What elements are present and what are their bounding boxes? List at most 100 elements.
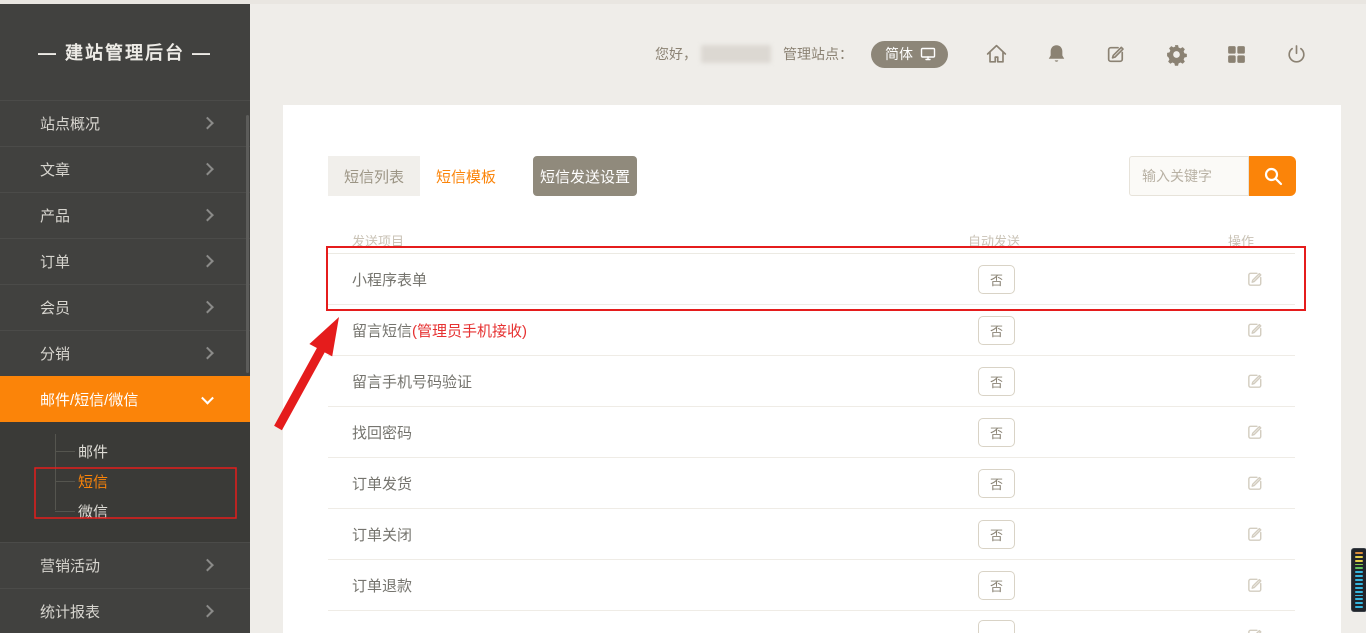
chevron-right-icon xyxy=(201,162,214,175)
auto-send-toggle[interactable]: 否 xyxy=(978,265,1015,294)
auto-send-toggle[interactable] xyxy=(978,620,1015,633)
table-header: 发送项目 自动发送 操作 xyxy=(328,227,1295,254)
table-row-partial xyxy=(328,611,1295,633)
tab-sms-template[interactable]: 短信模板 xyxy=(420,156,512,196)
row-label: 订单退款 xyxy=(352,578,412,595)
sidebar-submenu: 邮件 短信 微信 xyxy=(0,422,250,542)
tab-label: 短信列表 xyxy=(344,166,404,187)
sms-send-settings-button[interactable]: 短信发送设置 xyxy=(533,156,637,196)
sms-template-table: 发送项目 自动发送 操作 小程序表单 否 留言短信(管理员手机接收) 否 留言手… xyxy=(328,227,1295,633)
auto-send-toggle[interactable]: 否 xyxy=(978,469,1015,498)
chevron-right-icon xyxy=(201,558,214,571)
auto-send-toggle[interactable]: 否 xyxy=(978,418,1015,447)
apps-grid-icon[interactable] xyxy=(1225,43,1248,66)
edit-icon[interactable] xyxy=(1228,474,1295,493)
site-selector-label: 简体 xyxy=(885,44,913,64)
notifications-bell-icon[interactable] xyxy=(1045,43,1068,66)
edit-icon[interactable] xyxy=(1228,321,1295,340)
sidebar-item-label: 分销 xyxy=(40,343,70,364)
row-label: 订单发货 xyxy=(352,476,412,493)
sidebar-item-members[interactable]: 会员 xyxy=(0,284,250,330)
chevron-right-icon xyxy=(201,116,214,129)
chevron-right-icon xyxy=(201,208,214,221)
search-input[interactable] xyxy=(1129,156,1249,196)
tab-label: 短信模板 xyxy=(436,166,496,187)
tree-line xyxy=(55,511,75,512)
chevron-right-icon xyxy=(201,604,214,617)
sidebar-scrollbar[interactable] xyxy=(246,115,249,373)
sidebar-item-label: 统计报表 xyxy=(40,601,100,622)
column-header-actions: 操作 xyxy=(1228,231,1295,250)
row-label: 留言手机号码验证 xyxy=(352,374,472,391)
greeting-text: 您好， xyxy=(655,44,697,64)
monitor-icon xyxy=(920,47,936,61)
sidebar: — 建站管理后台 — 站点概况 文章 产品 订单 会员 分销 邮件/短信/微信 xyxy=(0,4,250,633)
chevron-right-icon xyxy=(201,300,214,313)
row-label: 找回密码 xyxy=(352,425,412,442)
row-label: 小程序表单 xyxy=(352,272,427,289)
row-label: 留言短信 xyxy=(352,323,412,340)
submenu-item-mail[interactable]: 邮件 xyxy=(0,436,250,466)
edit-icon[interactable] xyxy=(1228,525,1295,544)
manage-site-label: 管理站点： xyxy=(783,44,853,64)
search-icon xyxy=(1262,165,1284,187)
sidebar-item-statistics[interactable]: 统计报表 xyxy=(0,588,250,633)
sidebar-item-label: 会员 xyxy=(40,297,70,318)
table-row: 订单关闭 否 xyxy=(328,509,1295,560)
edit-icon[interactable] xyxy=(1228,423,1295,442)
submenu-item-label: 微信 xyxy=(78,501,108,522)
edit-icon[interactable] xyxy=(1228,372,1295,391)
sidebar-item-products[interactable]: 产品 xyxy=(0,192,250,238)
chevron-down-icon xyxy=(201,391,214,404)
edit-icon[interactable] xyxy=(1228,576,1295,595)
sidebar-item-marketing[interactable]: 营销活动 xyxy=(0,542,250,588)
sidebar-item-label: 站点概况 xyxy=(40,113,100,134)
chevron-right-icon xyxy=(201,346,214,359)
edit-icon[interactable] xyxy=(1228,270,1295,289)
row-label: 订单关闭 xyxy=(352,527,412,544)
sidebar-item-label: 邮件/短信/微信 xyxy=(40,389,138,410)
sidebar-item-site-overview[interactable]: 站点概况 xyxy=(0,100,250,146)
site-selector-pill[interactable]: 简体 xyxy=(871,41,948,68)
tree-line xyxy=(55,451,75,452)
auto-send-toggle[interactable]: 否 xyxy=(978,316,1015,345)
toolbar: 短信列表 短信模板 短信发送设置 xyxy=(328,156,1296,196)
content-card: 短信列表 短信模板 短信发送设置 发送项目 自动发送 操作 xyxy=(283,105,1341,633)
sidebar-item-distribution[interactable]: 分销 xyxy=(0,330,250,376)
tree-line xyxy=(55,481,75,482)
submenu-item-label: 邮件 xyxy=(78,441,108,462)
app-window: — 建站管理后台 — 站点概况 文章 产品 订单 会员 分销 邮件/短信/微信 xyxy=(0,0,1366,633)
audio-level-meter xyxy=(1351,548,1366,612)
sidebar-item-label: 订单 xyxy=(40,251,70,272)
table-row: 留言短信(管理员手机接收) 否 xyxy=(328,305,1295,356)
logout-power-icon[interactable] xyxy=(1285,43,1308,66)
tab-sms-list[interactable]: 短信列表 xyxy=(328,156,420,196)
sidebar-item-mail-sms-wechat[interactable]: 邮件/短信/微信 xyxy=(0,376,250,422)
row-label-red: (管理员手机接收) xyxy=(412,323,527,340)
sidebar-item-orders[interactable]: 订单 xyxy=(0,238,250,284)
topbar: 您好， 管理站点： 简体 xyxy=(655,38,1308,70)
username-redacted xyxy=(701,45,771,63)
search-button[interactable] xyxy=(1249,156,1296,196)
table-row: 订单退款 否 xyxy=(328,560,1295,611)
table-row: 找回密码 否 xyxy=(328,407,1295,458)
sidebar-item-label: 产品 xyxy=(40,205,70,226)
table-row: 订单发货 否 xyxy=(328,458,1295,509)
sidebar-title: — 建站管理后台 — xyxy=(0,4,250,100)
submenu-item-sms[interactable]: 短信 xyxy=(0,466,250,496)
sidebar-item-label: 营销活动 xyxy=(40,555,100,576)
settings-gear-icon[interactable] xyxy=(1165,43,1188,66)
auto-send-toggle[interactable]: 否 xyxy=(978,571,1015,600)
sidebar-item-articles[interactable]: 文章 xyxy=(0,146,250,192)
submenu-item-label: 短信 xyxy=(78,471,108,492)
column-header-auto-send: 自动发送 xyxy=(968,231,1228,250)
submenu-item-wechat[interactable]: 微信 xyxy=(0,496,250,526)
edit-icon[interactable] xyxy=(1105,43,1128,66)
home-icon[interactable] xyxy=(985,43,1008,66)
edit-icon[interactable] xyxy=(1228,627,1295,633)
auto-send-toggle[interactable]: 否 xyxy=(978,367,1015,396)
search-group xyxy=(1129,156,1296,196)
table-row: 小程序表单 否 xyxy=(328,254,1295,305)
auto-send-toggle[interactable]: 否 xyxy=(978,520,1015,549)
sidebar-item-label: 文章 xyxy=(40,159,70,180)
